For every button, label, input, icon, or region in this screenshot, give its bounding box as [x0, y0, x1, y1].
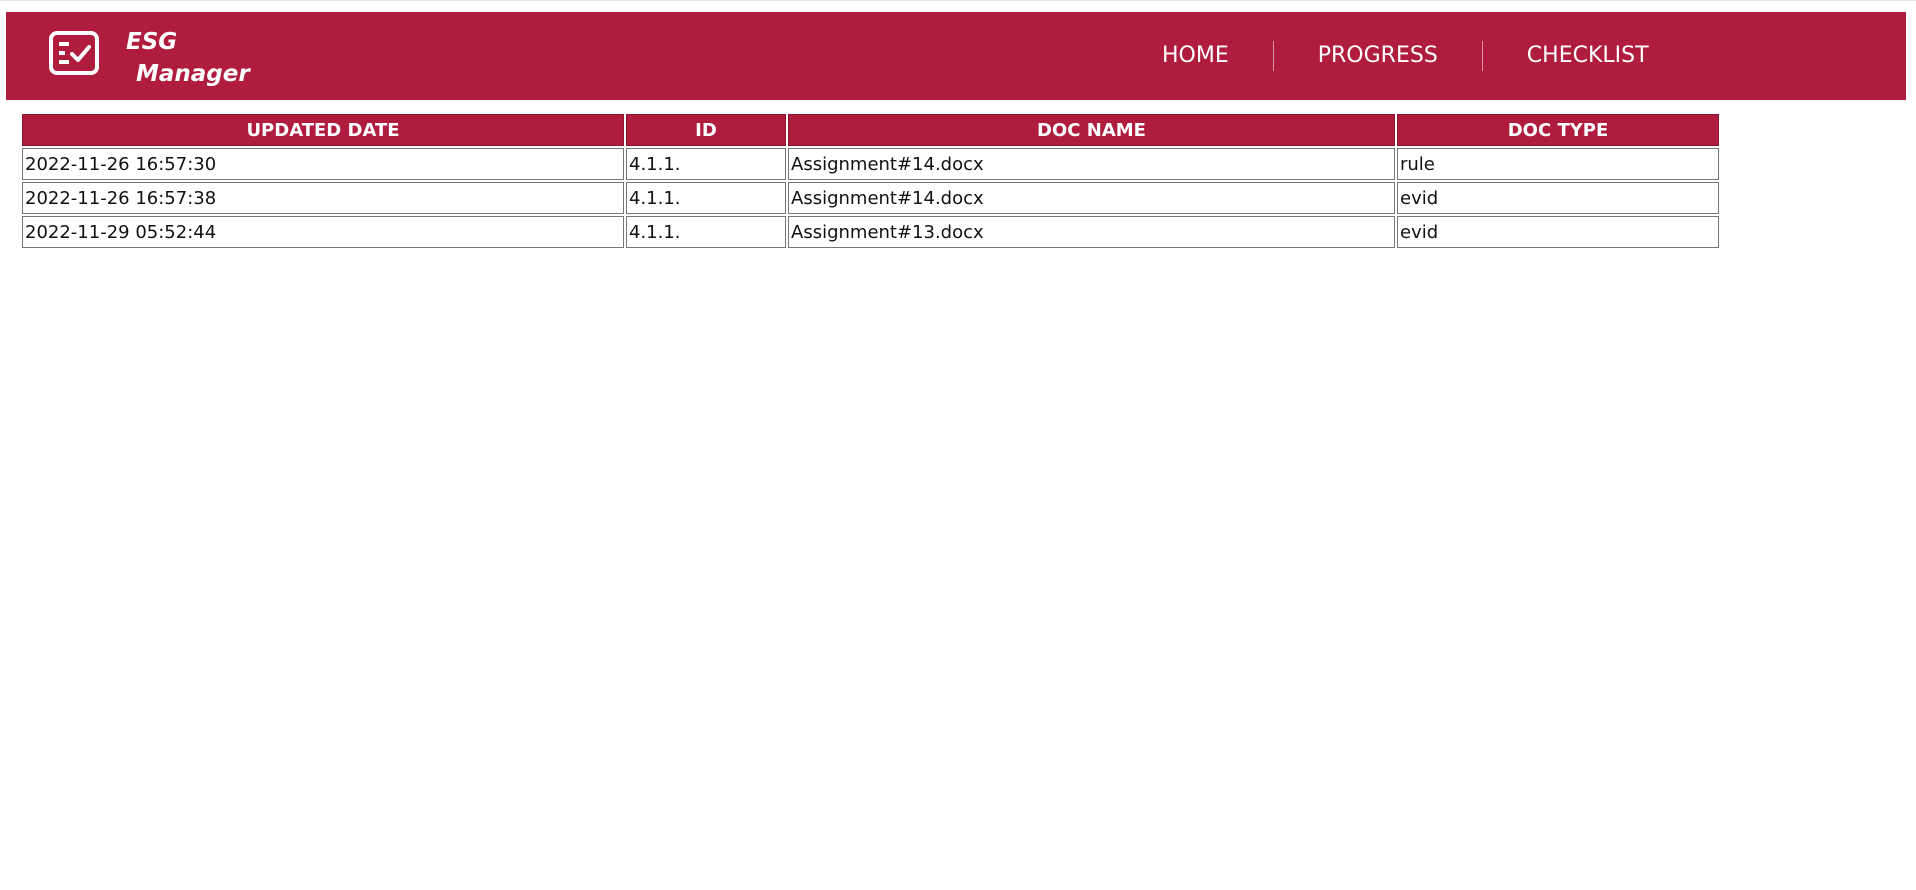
cell-doc-type: evid	[1397, 216, 1719, 248]
cell-doc-name[interactable]: Assignment#13.docx	[788, 216, 1395, 248]
main-nav: HOME PROGRESS CHECKLIST	[1126, 12, 1693, 100]
documents-table: UPDATED DATE ID DOC NAME DOC TYPE 2022-1…	[20, 112, 1721, 250]
checklist-icon[interactable]	[48, 30, 100, 76]
cell-id: 4.1.1.	[626, 148, 786, 180]
nav-progress-link[interactable]: PROGRESS	[1274, 41, 1482, 71]
cell-id: 4.1.1.	[626, 216, 786, 248]
cell-updated-date: 2022-11-26 16:57:38	[22, 182, 624, 214]
brand-line-1: ESG	[126, 29, 178, 55]
brand-title[interactable]: ESG Manager	[126, 26, 250, 90]
column-header-doc-name[interactable]: DOC NAME	[788, 114, 1395, 146]
cell-doc-name[interactable]: Assignment#14.docx	[788, 148, 1395, 180]
browser-top-strip	[0, 0, 1916, 12]
cell-updated-date: 2022-11-26 16:57:30	[22, 148, 624, 180]
brand-line-2: Manager	[136, 61, 250, 87]
cell-doc-type: evid	[1397, 182, 1719, 214]
nav-checklist-link[interactable]: CHECKLIST	[1483, 41, 1693, 71]
column-header-id[interactable]: ID	[626, 114, 786, 146]
cell-id: 4.1.1.	[626, 182, 786, 214]
table-header-row: UPDATED DATE ID DOC NAME DOC TYPE	[22, 114, 1719, 146]
nav-home-link[interactable]: HOME	[1126, 41, 1273, 71]
cell-doc-type: rule	[1397, 148, 1719, 180]
column-header-doc-type[interactable]: DOC TYPE	[1397, 114, 1719, 146]
top-navbar: ESG Manager HOME PROGRESS CHECKLIST	[6, 12, 1906, 100]
table-row[interactable]: 2022-11-29 05:52:44 4.1.1. Assignment#13…	[22, 216, 1719, 248]
cell-updated-date: 2022-11-29 05:52:44	[22, 216, 624, 248]
table-row[interactable]: 2022-11-26 16:57:38 4.1.1. Assignment#14…	[22, 182, 1719, 214]
column-header-updated-date[interactable]: UPDATED DATE	[22, 114, 624, 146]
table-row[interactable]: 2022-11-26 16:57:30 4.1.1. Assignment#14…	[22, 148, 1719, 180]
cell-doc-name[interactable]: Assignment#14.docx	[788, 182, 1395, 214]
